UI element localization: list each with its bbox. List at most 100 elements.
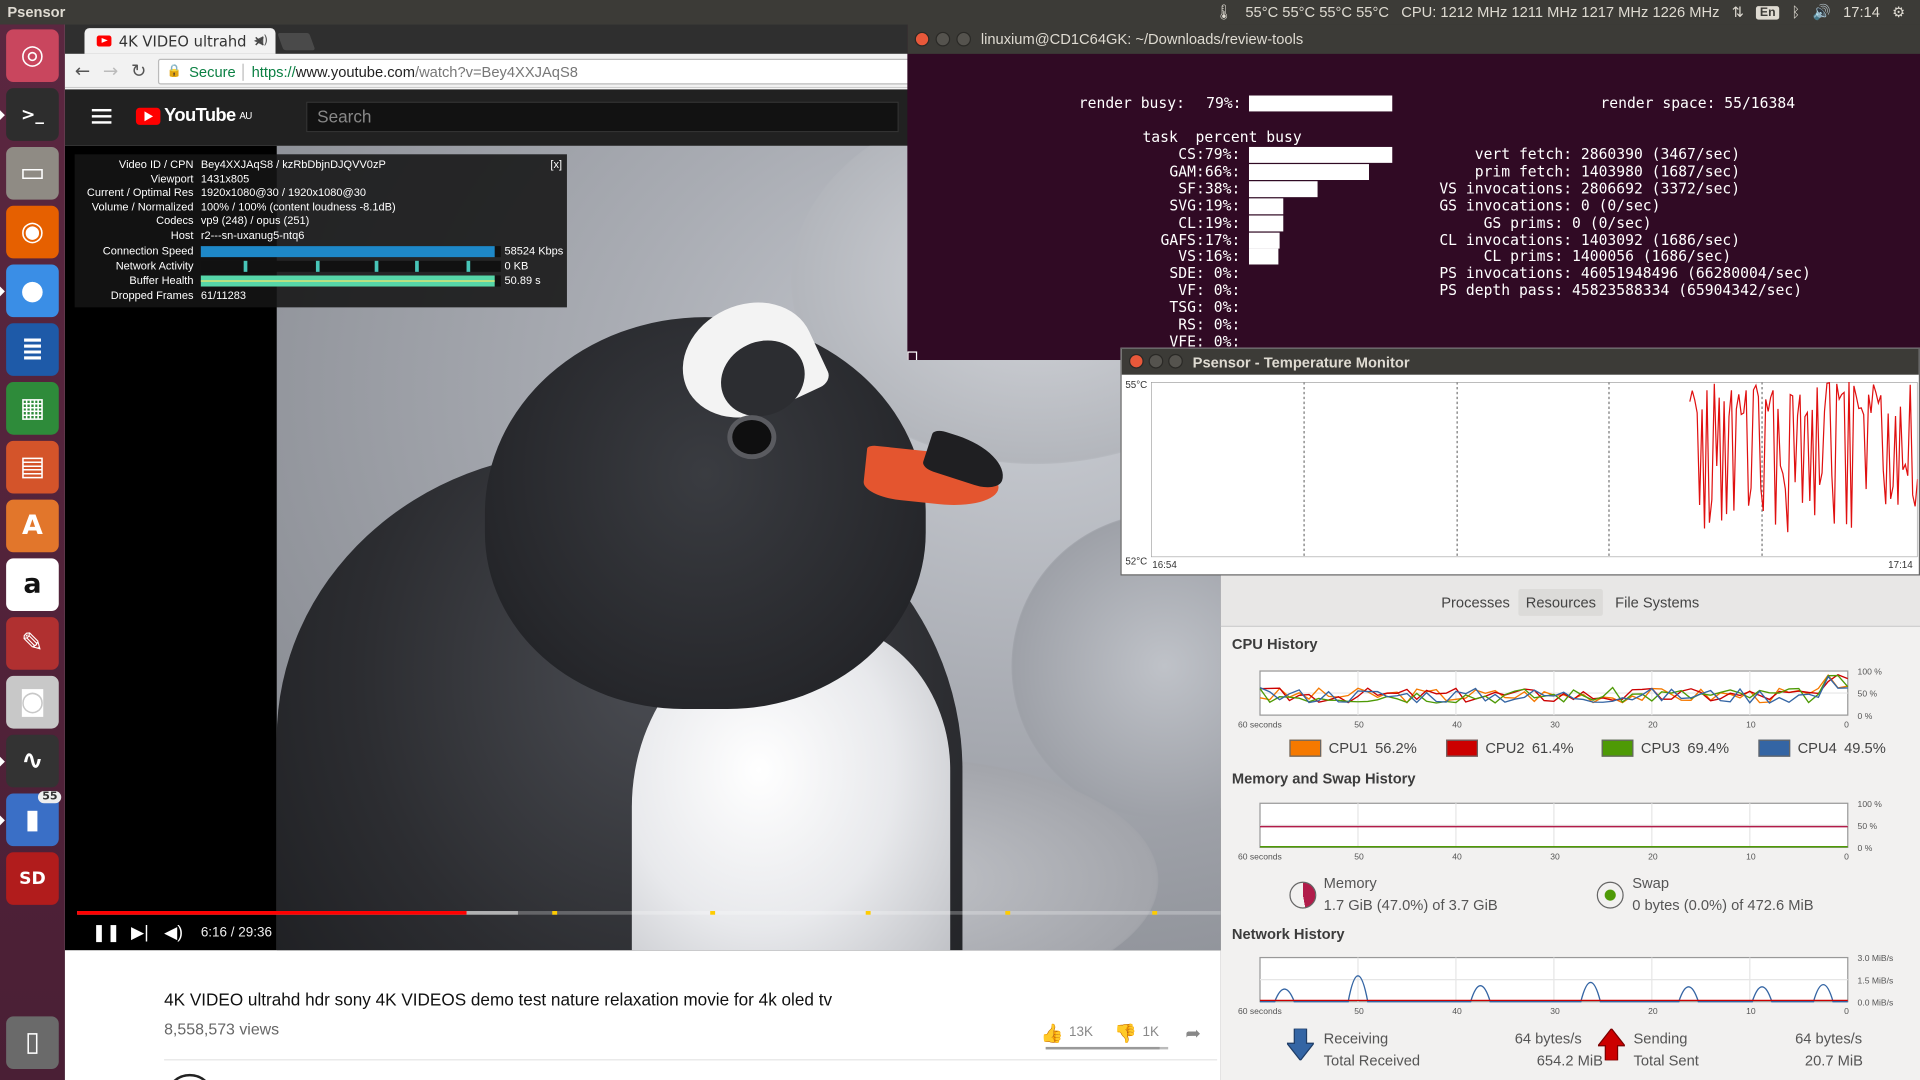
player-controls: ❚❚ ▶| ◀) 6:16 / 29:36 <box>65 915 1221 951</box>
task-name: CS: <box>1178 145 1205 163</box>
stats-key: Viewport <box>150 172 194 185</box>
temperature-readout[interactable]: 55°C 55°C 55°C 55°C <box>1245 4 1389 21</box>
new-tab-button[interactable] <box>277 33 316 51</box>
cpu-legend-item[interactable]: CPU2 61.4% <box>1446 739 1574 757</box>
like-count[interactable]: 13K <box>1069 1025 1093 1040</box>
gpu-stat-line: VS invocations: 2806692 (3372/sec) <box>1421 179 1741 197</box>
thermometer-icon[interactable]: 🌡 <box>1214 4 1233 21</box>
network-activity-spike <box>243 260 248 272</box>
launcher-sd-card[interactable]: SD <box>6 852 59 905</box>
launcher-trash[interactable]: ▯ <box>6 1016 59 1069</box>
cpu-color-swatch[interactable] <box>1601 739 1634 757</box>
launcher-impress[interactable]: ▤ <box>6 440 59 494</box>
cpu-color-swatch[interactable] <box>1289 739 1322 757</box>
forward-arrow-icon[interactable]: → <box>103 60 118 82</box>
cpu-frequency-readout[interactable]: CPU: 1212 MHz 1211 MHz 1217 MHz 1226 MHz <box>1401 4 1719 21</box>
task-busy-bar <box>1248 249 1278 265</box>
launcher-chrome[interactable]: ● <box>0 264 59 318</box>
cpu-legend-item[interactable]: CPU4 49.5% <box>1758 739 1886 757</box>
clock[interactable]: 17:14 <box>1843 4 1880 21</box>
chrome-icon: ● <box>20 275 45 307</box>
maximize-icon[interactable] <box>1168 353 1183 369</box>
url-text[interactable]: https://www.youtube.com/watch?v=Bey4XXJA… <box>252 63 578 80</box>
x-axis-label: 50 <box>1354 1006 1364 1016</box>
launcher-psensor[interactable]: ▮ 55 <box>0 791 62 847</box>
trash-icon: ▯ <box>25 1027 40 1058</box>
task-name: GAM: <box>1169 162 1205 180</box>
gpu-stat-line: PS invocations: 46051948496 (66280004/se… <box>1421 264 1811 282</box>
task-percent: 0%: <box>1213 298 1241 317</box>
launcher-amazon[interactable]: a <box>6 558 59 612</box>
network-icon[interactable]: ⇅ <box>1732 4 1744 21</box>
search-input[interactable]: Search <box>306 101 899 133</box>
cpu-legend-item[interactable]: CPU1 56.2% <box>1289 739 1417 757</box>
task-percent: 38%: <box>1204 179 1241 197</box>
secure-label: Secure <box>189 63 236 81</box>
minimize-icon[interactable] <box>1148 353 1164 369</box>
next-icon[interactable]: ▶| <box>131 922 149 943</box>
stats-row: Host r2---sn-uxanug5-ntq6 <box>75 229 567 244</box>
cpu-legend-item[interactable]: CPU3 69.4% <box>1601 739 1729 757</box>
launcher-system-monitor[interactable]: ∿ <box>0 734 59 788</box>
sysmon-tab-bar: Processes Resources File Systems <box>1220 575 1920 627</box>
volume-icon[interactable]: 🔊 <box>1813 4 1831 21</box>
keyboard-layout-indicator[interactable]: En <box>1756 5 1780 19</box>
pause-icon[interactable]: ❚❚ <box>92 922 121 943</box>
launcher-calc[interactable]: ▦ <box>6 382 59 435</box>
render-busy-pct: 79%: <box>1206 94 1242 112</box>
launcher-files[interactable]: ▭ <box>6 146 59 200</box>
x-axis-label: 30 <box>1550 719 1560 729</box>
receiving-arrow-icon[interactable] <box>1286 1028 1314 1061</box>
youtube-logo[interactable]: YouTube AU <box>135 105 252 126</box>
tab-processes[interactable]: Processes <box>1434 589 1517 616</box>
x-axis-label: 60 seconds <box>1238 1006 1282 1016</box>
back-arrow-icon[interactable]: ← <box>75 60 90 82</box>
sending-rate: 64 bytes/s <box>1795 1029 1863 1047</box>
stats-key: Video ID / CPN <box>118 157 194 171</box>
stats-bar-row: Buffer Health 50.89 s <box>75 274 567 289</box>
x-axis-label: 50 <box>1354 852 1364 862</box>
launcher-ubuntu-dash[interactable]: ◎ <box>6 29 59 83</box>
gear-icon[interactable]: ⚙ <box>1892 4 1905 21</box>
cpu-color-swatch[interactable] <box>1758 739 1791 757</box>
launcher-writer[interactable]: ≣ <box>6 323 59 376</box>
tab-file-systems[interactable]: File Systems <box>1608 589 1707 616</box>
menu-icon[interactable] <box>91 108 112 124</box>
youtube-favicon-icon <box>96 35 112 47</box>
swap-pie-icon[interactable] <box>1596 881 1624 909</box>
share-icon[interactable]: ➦ <box>1185 1022 1200 1045</box>
dislike-count[interactable]: 1K <box>1142 1025 1158 1040</box>
launcher-system-settings[interactable]: ✎ <box>6 617 59 670</box>
sd-card-icon: SD <box>19 868 46 889</box>
tab-close-icon[interactable]: ✕ <box>253 32 265 49</box>
thumbs-up-icon[interactable]: 👍 <box>1041 1022 1064 1045</box>
launcher-terminal[interactable]: >_ <box>0 88 59 141</box>
lock-icon[interactable]: 🔒 <box>167 65 182 78</box>
task-name: RS: <box>1178 315 1205 334</box>
sending-arrow-icon[interactable] <box>1597 1028 1625 1061</box>
thumbs-down-icon[interactable]: 👎 <box>1114 1022 1137 1045</box>
tab-resources[interactable]: Resources <box>1518 588 1604 616</box>
minimize-icon[interactable] <box>935 31 951 47</box>
y-axis-label: 50 % <box>1858 689 1878 699</box>
channel-avatar[interactable] <box>165 1073 215 1080</box>
terminal-output[interactable]: render busy: 79%: render space: 55/16384 ta… <box>907 54 1920 361</box>
swap-value: 0 bytes (0.0%) of 472.6 MiB <box>1632 896 1814 914</box>
launcher-firefox[interactable]: ◉ <box>6 205 59 259</box>
cpu-color-swatch[interactable] <box>1446 739 1478 757</box>
terminal-icon: >_ <box>20 104 44 125</box>
reload-icon[interactable]: ↻ <box>131 60 146 82</box>
launcher-camera[interactable]: ◙ <box>6 675 59 729</box>
task-busy-bar <box>1248 232 1280 248</box>
bluetooth-icon[interactable]: ᛒ <box>1792 4 1801 21</box>
volume-icon[interactable]: ◀) <box>164 922 183 943</box>
close-icon[interactable] <box>914 31 930 47</box>
memory-pie-icon[interactable] <box>1289 881 1317 909</box>
task-busy-bar <box>1248 197 1284 214</box>
launcher-software-center[interactable]: A <box>6 499 59 553</box>
task-name: VS: <box>1178 247 1205 265</box>
close-icon[interactable] <box>1128 353 1144 369</box>
tab-youtube[interactable]: 4K VIDEO ultrahd ◀) ✕ <box>84 28 276 54</box>
x-axis-label: 0 <box>1844 852 1849 862</box>
maximize-icon[interactable] <box>956 31 972 47</box>
